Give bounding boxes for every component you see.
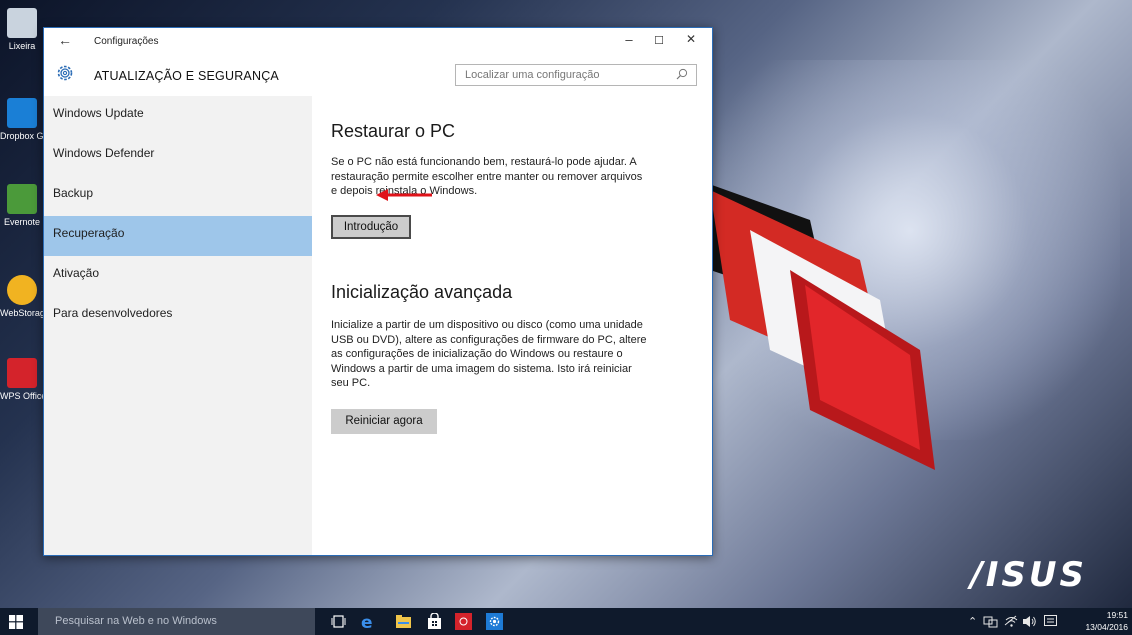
wifi-icon[interactable] <box>1004 614 1019 629</box>
sidebar-item-backup[interactable]: Backup <box>44 176 312 216</box>
search-placeholder: Localizar uma configuração <box>465 69 600 81</box>
edge-browser-icon[interactable]: e <box>360 613 377 630</box>
taskbar-search-placeholder: Pesquisar na Web e no Windows <box>55 615 217 627</box>
content-pane: Restaurar o PC Se o PC não está funciona… <box>312 96 712 555</box>
desktop-icon-recycle-bin[interactable]: Lixeira <box>0 8 44 51</box>
gear-icon <box>57 65 73 81</box>
sidebar: Windows Update Windows Defender Backup R… <box>44 96 312 555</box>
windows-start-icon[interactable] <box>9 615 23 629</box>
search-input[interactable]: Localizar uma configuração <box>455 64 697 86</box>
advanced-startup-title: Inicialização avançada <box>331 282 513 302</box>
clock-date: 13/04/2016 <box>1085 622 1128 632</box>
show-hidden-icons-chevron-icon[interactable]: ⌃ <box>968 615 977 628</box>
get-started-button[interactable]: Introdução <box>331 215 411 239</box>
advanced-startup-description: Inicialize a partir de um dispositivo ou… <box>331 319 647 389</box>
media-app-icon[interactable] <box>455 613 472 630</box>
evernote-icon <box>7 184 37 214</box>
file-explorer-icon[interactable] <box>395 613 412 630</box>
window-title: Configurações <box>94 36 159 47</box>
settings-window: ← Configurações – ☐ ✕ ATUALIZAÇÃO E SEGU… <box>43 27 713 556</box>
volume-icon[interactable] <box>1022 614 1037 629</box>
title-bar: ← Configurações – ☐ ✕ <box>44 28 712 56</box>
network-icon[interactable] <box>983 614 998 629</box>
clock-time: 19:51 <box>1106 610 1128 620</box>
sidebar-item-developers[interactable]: Para desenvolvedores <box>44 296 312 336</box>
svg-text:e: e <box>361 613 373 630</box>
reset-title: Restaurar o PC <box>331 121 456 141</box>
desktop-icon-webstorage[interactable]: WebStorage <box>0 275 44 318</box>
restart-now-button[interactable]: Reiniciar agora <box>331 409 437 434</box>
settings-header: ATUALIZAÇÃO E SEGURANÇA Localizar uma co… <box>44 56 712 96</box>
page-title: ATUALIZAÇÃO E SEGURANÇA <box>94 69 279 83</box>
taskbar: Pesquisar na Web e no Windows e ⌃ 19:51 … <box>0 608 1132 635</box>
store-icon[interactable] <box>426 613 443 630</box>
wps-office-icon <box>7 358 37 388</box>
annotation-arrow-icon <box>376 189 432 201</box>
desktop-icon-wps-office[interactable]: WPS Office <box>0 358 44 401</box>
maximize-button[interactable]: ☐ <box>647 34 671 47</box>
sidebar-item-recovery[interactable]: Recuperação <box>44 216 312 256</box>
sidebar-item-activation[interactable]: Ativação <box>44 256 312 296</box>
task-view-icon[interactable] <box>330 613 347 630</box>
desktop-icon-dropbox[interactable]: Dropbox GB <box>0 98 44 141</box>
search-icon[interactable] <box>676 68 688 80</box>
close-button[interactable]: ✕ <box>679 32 703 46</box>
brand-logo: /ISUS <box>970 555 1087 595</box>
settings-app-icon[interactable] <box>486 613 503 630</box>
dropbox-icon <box>7 98 37 128</box>
desktop-icon-evernote[interactable]: Evernote <box>0 184 44 227</box>
minimize-button[interactable]: – <box>617 32 641 47</box>
recycle-bin-icon <box>7 8 37 38</box>
sidebar-item-windows-update[interactable]: Windows Update <box>44 96 312 136</box>
sidebar-item-windows-defender[interactable]: Windows Defender <box>44 136 312 176</box>
taskbar-search-input[interactable]: Pesquisar na Web e no Windows <box>38 608 315 635</box>
webstorage-icon <box>7 275 37 305</box>
notifications-icon[interactable] <box>1043 614 1058 629</box>
taskbar-clock[interactable]: 19:51 13/04/2016 <box>1085 609 1128 633</box>
back-arrow-icon[interactable]: ← <box>58 32 72 48</box>
